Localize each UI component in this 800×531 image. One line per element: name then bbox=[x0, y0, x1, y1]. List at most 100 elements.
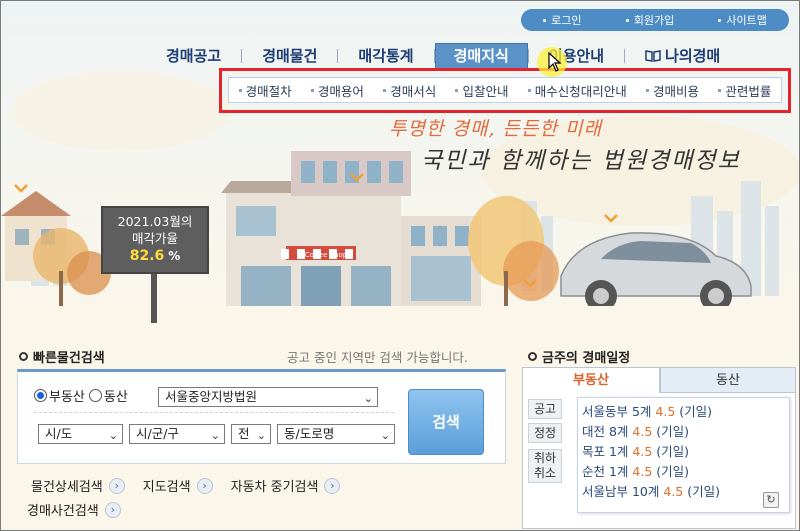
bullet-icon bbox=[383, 88, 387, 92]
schedule-title-text: 금주의 경매일정 bbox=[542, 351, 631, 366]
schedule-court: 목포 1계 bbox=[582, 444, 629, 459]
submenu-proxy-guide[interactable]: 매수신청대리안내 bbox=[527, 81, 627, 100]
quick-search-panel: 부동산 동산 서울중앙지방법원 ⌄ 시/도 ⌄ 시/군/구 ⌄ 전 ⌄ 동/도로… bbox=[17, 369, 506, 464]
bullet-icon bbox=[718, 88, 722, 92]
chevron-right-icon: › bbox=[108, 477, 125, 494]
court-select[interactable]: 서울중앙지방법원 ⌄ bbox=[158, 387, 378, 407]
vehicle-search-link[interactable]: 자동차 중기검색 › bbox=[231, 476, 341, 495]
shop-sign: Coffee Shop bbox=[305, 251, 348, 259]
schedule-item[interactable]: 목포 1계 4.5 (기일) bbox=[582, 442, 789, 462]
divider bbox=[34, 412, 394, 413]
schedule-court: 서울남부 10계 bbox=[582, 484, 660, 499]
submenu-laws-label: 관련법률 bbox=[725, 83, 772, 99]
nav-auction-knowledge[interactable]: 경매지식 bbox=[434, 43, 528, 69]
bullet-icon bbox=[646, 88, 650, 92]
submenu-costs[interactable]: 경매비용 bbox=[646, 81, 699, 100]
sigungu-select[interactable]: 시/군/구 ⌄ bbox=[129, 424, 225, 444]
status-notice[interactable]: 공고 bbox=[528, 399, 563, 419]
schedule-suffix: (기일) bbox=[656, 444, 690, 459]
submenu-laws[interactable]: 관련법률 bbox=[718, 81, 771, 100]
main-nav: 경매공고 경매물건 매각통계 경매지식 이용안내 나의경매 bbox=[146, 42, 796, 70]
submenu-terms-label: 경매용어 bbox=[317, 83, 364, 99]
schedule-item[interactable]: 순천 1계 4.5 (기일) bbox=[582, 462, 789, 482]
chevron-down-icon: ⌄ bbox=[108, 429, 118, 442]
page-frame: Coffee Shop 2021.03월의 매각가율 82.6 % 투명한 경매… bbox=[0, 0, 800, 531]
bullet-icon bbox=[543, 18, 547, 22]
bullet-icon bbox=[455, 88, 459, 92]
schedule-date: 4.5 bbox=[663, 484, 684, 499]
map-search-link[interactable]: 지도검색 › bbox=[143, 476, 213, 495]
dong-select[interactable]: 동/도로명 ⌄ bbox=[277, 424, 395, 444]
chevron-down-icon: ⌄ bbox=[363, 392, 373, 405]
hero-slogan-2: 국민과 함께하는 법원경매정보 bbox=[421, 148, 741, 174]
refresh-icon[interactable]: ↻ bbox=[763, 492, 779, 508]
knowledge-submenu: 경매절차 경매용어 경매서식 입찰안내 매수신청대리안내 경매비용 관련법률 bbox=[228, 77, 782, 103]
signup-link[interactable]: 회원가입 bbox=[625, 12, 675, 28]
chevron-right-icon: › bbox=[324, 477, 341, 494]
submenu-bid-guide[interactable]: 입찰안내 bbox=[455, 81, 508, 100]
sido-select-value: 시/도 bbox=[45, 426, 73, 441]
bullet-icon bbox=[238, 88, 242, 92]
schedule-panel: 부동산 동산 공고 정정 취하 취소 서울동부 5계 4.5 (기일) 대전 8… bbox=[522, 367, 796, 529]
knowledge-submenu-highlight: 경매절차 경매용어 경매서식 입찰안내 매수신청대리안내 경매비용 관련법률 bbox=[219, 68, 791, 113]
nav-auction-notice[interactable]: 경매공고 bbox=[146, 44, 241, 68]
sigungu-select-value: 시/군/구 bbox=[136, 426, 179, 441]
jeon-select[interactable]: 전 ⌄ bbox=[231, 424, 271, 444]
vehicle-search-label: 자동차 중기검색 bbox=[230, 480, 319, 495]
submenu-procedure-label: 경매절차 bbox=[245, 83, 292, 99]
submenu-forms[interactable]: 경매서식 bbox=[383, 81, 436, 100]
chevron-down-icon: ⌄ bbox=[256, 429, 266, 442]
schedule-list: 서울동부 5계 4.5 (기일) 대전 8계 4.5 (기일) 목포 1계 4.… bbox=[577, 397, 790, 513]
schedule-court: 대전 8계 bbox=[582, 424, 629, 439]
rate-board-period: 2021.03월의 bbox=[117, 214, 193, 229]
chevron-down-icon: ⌄ bbox=[380, 429, 390, 442]
case-search-link[interactable]: 경매사건검색 › bbox=[27, 500, 121, 519]
chevron-down-icon: ⌄ bbox=[210, 429, 220, 442]
map-search-label: 지도검색 bbox=[142, 480, 191, 495]
nav-auction-items[interactable]: 경매물건 bbox=[242, 44, 337, 68]
nav-my-auction[interactable]: 나의경매 bbox=[625, 44, 740, 68]
tab-real-estate[interactable]: 부동산 bbox=[522, 367, 660, 393]
schedule-court: 서울동부 5계 bbox=[582, 404, 652, 419]
schedule-title: 금주의 경매일정 bbox=[528, 347, 630, 366]
sitemap-link-label: 사이트맵 bbox=[726, 14, 767, 27]
signup-link-label: 회원가입 bbox=[633, 14, 675, 27]
schedule-suffix: (기일) bbox=[687, 484, 721, 499]
schedule-date: 4.5 bbox=[632, 464, 653, 479]
radio-real-estate[interactable] bbox=[34, 389, 47, 402]
quick-links: 물건상세검색 › 지도검색 › 자동차 중기검색 › bbox=[31, 476, 358, 495]
status-withdrawal-label: 취하 bbox=[534, 451, 557, 465]
rate-board-post bbox=[151, 273, 157, 323]
detail-search-link[interactable]: 물건상세검색 › bbox=[31, 476, 125, 495]
sitemap-link[interactable]: 사이트맵 bbox=[718, 12, 767, 28]
bullet-icon bbox=[310, 88, 314, 92]
title-bullet-icon bbox=[19, 352, 28, 361]
status-correction[interactable]: 정정 bbox=[528, 423, 563, 443]
submenu-forms-label: 경매서식 bbox=[390, 83, 437, 99]
quick-search-title-text: 빠른물건검색 bbox=[33, 351, 105, 366]
schedule-item[interactable]: 서울동부 5계 4.5 (기일) bbox=[582, 402, 789, 422]
nav-sale-statistics[interactable]: 매각통계 bbox=[338, 44, 433, 68]
schedule-item[interactable]: 서울남부 10계 4.5 (기일) bbox=[582, 482, 789, 502]
radio-movable-label: 동산 bbox=[103, 390, 128, 405]
submenu-proxy-guide-label: 매수신청대리안내 bbox=[534, 83, 627, 99]
schedule-body: 공고 정정 취하 취소 서울동부 5계 4.5 (기일) 대전 8계 4.5 (… bbox=[522, 393, 796, 529]
schedule-item[interactable]: 대전 8계 4.5 (기일) bbox=[582, 422, 789, 442]
mouse-cursor-icon bbox=[548, 52, 562, 72]
login-link[interactable]: 로그인 bbox=[543, 12, 581, 28]
submenu-terms[interactable]: 경매용어 bbox=[310, 81, 364, 100]
sido-select[interactable]: 시/도 ⌄ bbox=[38, 424, 123, 444]
rate-board-value: 82.6 bbox=[129, 248, 165, 264]
search-button[interactable]: 검색 bbox=[408, 389, 484, 455]
status-cancel-label: 취소 bbox=[534, 466, 557, 480]
radio-movable[interactable] bbox=[88, 389, 102, 402]
submenu-procedure[interactable]: 경매절차 bbox=[238, 81, 292, 100]
book-icon bbox=[645, 50, 661, 62]
chevron-right-icon: › bbox=[104, 501, 121, 518]
tab-movable[interactable]: 동산 bbox=[660, 367, 796, 393]
status-withdrawal[interactable]: 취하 취소 bbox=[528, 449, 563, 483]
chevron-right-icon: › bbox=[196, 477, 213, 494]
schedule-date: 4.5 bbox=[632, 424, 653, 439]
rate-board-label: 매각가율 bbox=[131, 231, 178, 246]
radio-real-estate-label: 부동산 bbox=[49, 390, 85, 405]
